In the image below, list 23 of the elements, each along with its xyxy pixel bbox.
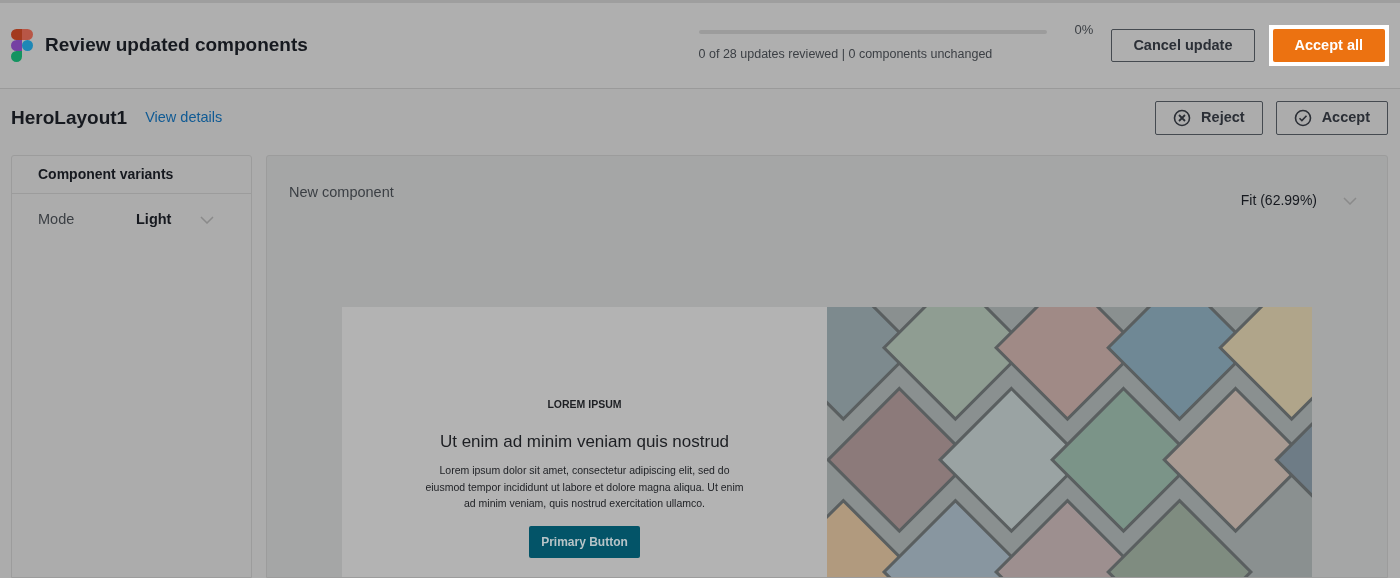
- chevron-down-icon: [1343, 196, 1357, 205]
- panel-title: Component variants: [38, 165, 174, 184]
- hero-heading: Ut enim ad minim veniam quis nostrud: [439, 430, 730, 453]
- zoom-select[interactable]: Fit (62.99%): [1240, 190, 1317, 211]
- app-logo-icon: [11, 29, 33, 62]
- hero-eyebrow: LOREM IPSUM: [547, 397, 622, 412]
- variant-label: Mode: [38, 210, 76, 230]
- reject-button[interactable]: Reject: [1155, 101, 1263, 135]
- progress-percent: 0%: [1074, 21, 1094, 40]
- variant-value[interactable]: Light: [136, 209, 200, 231]
- preview-title: New component: [289, 183, 394, 202]
- chevron-down-icon: [200, 216, 214, 224]
- component-name: HeroLayout1: [11, 105, 128, 130]
- check-circle-icon: [1293, 109, 1312, 127]
- close-circle-icon: [1173, 109, 1192, 127]
- view-details-link[interactable]: View details: [145, 107, 223, 129]
- primary-button[interactable]: Primary Button: [529, 525, 640, 558]
- accept-button[interactable]: Accept: [1275, 101, 1388, 135]
- cancel-update-button[interactable]: Cancel update: [1111, 29, 1255, 62]
- accept-all-button[interactable]: Accept all: [1272, 29, 1385, 62]
- progress-summary: 0 of 28 updates reviewed | 0 components unchanged: [698, 46, 994, 64]
- page-title: Review updated components: [45, 33, 308, 58]
- hero-body: Lorem ipsum dolor sit amet, consectetur adipiscing elit, sed do eiusmod tempor incididunt ut labore et dolore magna aliqua. Ut enim ad minim veniam, quis nostrud exercitation ullamco.: [424, 463, 745, 512]
